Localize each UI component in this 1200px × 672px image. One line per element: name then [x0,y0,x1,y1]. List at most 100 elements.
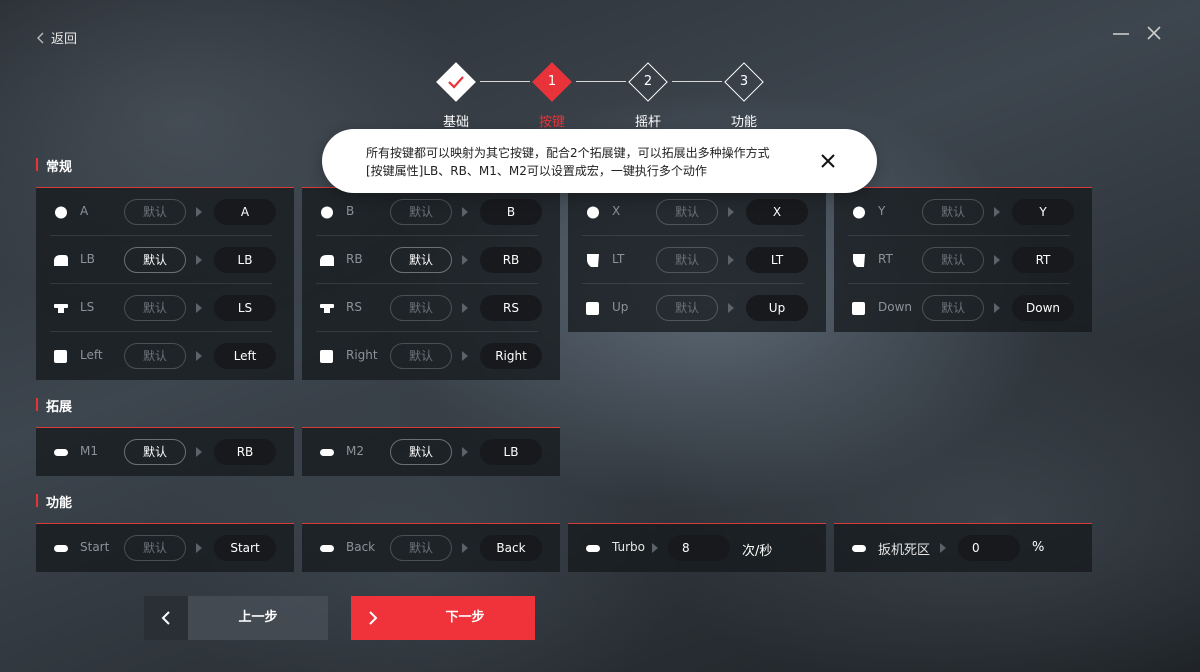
mapped-key-button[interactable]: LT [746,247,808,273]
circle-button-icon [587,206,599,219]
back-label: 返回 [51,32,78,47]
arrow-icon [196,255,202,265]
key-name: Up [612,300,629,314]
mapped-key-button[interactable]: X [746,199,808,225]
mapped-key-button[interactable]: A [214,199,276,225]
prev-step-label: 上一步 [238,610,278,625]
key-panel: A 默认 A LB 默认 LB LS 默认 LS Left 默认 Left [36,187,294,380]
key-name: LB [80,252,95,266]
deadzone-panel: 扳机死区 0 % [834,523,1092,572]
key-name: RS [346,300,362,314]
arrow-icon [994,207,1000,217]
key-name: X [612,204,621,218]
default-button[interactable]: 默认 [124,295,186,321]
default-button[interactable]: 默认 [124,199,186,225]
mapped-key-button[interactable]: RB [214,439,276,465]
default-button[interactable]: 默认 [124,247,186,273]
mapped-key-button[interactable]: Up [746,295,808,321]
arrow-icon [196,543,202,553]
mapped-key-button[interactable]: RS [480,295,542,321]
default-button[interactable]: 默认 [656,295,718,321]
key-row-left: Left 默认 Left [50,332,276,380]
key-name: A [80,204,89,218]
mapped-key-button[interactable]: RT [1012,247,1074,273]
mapped-key-button[interactable]: RB [480,247,542,273]
mapped-key-button[interactable]: LB [480,439,542,465]
deadzone-row: 扳机死区 0 % [848,524,1070,572]
deadzone-input[interactable]: 0 [958,535,1020,561]
key-row-lb: LB 默认 LB [50,236,276,284]
default-button[interactable]: 默认 [124,343,186,369]
key-row-rt: RT 默认 RT [848,236,1074,284]
default-button[interactable]: 默认 [124,535,186,561]
close-window-icon[interactable] [1145,24,1163,42]
pill-button-icon [320,449,334,456]
key-name: Start [80,540,110,554]
mapped-key-button[interactable]: Back [480,535,542,561]
arrow-icon [652,543,658,553]
key-row-right: Right 默认 Right [316,332,542,380]
default-button[interactable]: 默认 [656,199,718,225]
key-name: Right [346,348,378,362]
function-panel: Back 默认 Back [302,523,560,572]
mapped-key-button[interactable]: Down [1012,295,1074,321]
step-label: 摇杆 [634,115,661,130]
key-name: Down [878,300,913,314]
mapped-key-button[interactable]: Left [214,343,276,369]
stick-press-icon [320,304,334,313]
default-button[interactable]: 默认 [390,247,452,273]
default-button[interactable]: 默认 [390,295,452,321]
key-name: Left [80,348,103,362]
mapped-key-button[interactable]: LB [214,247,276,273]
key-name: B [346,204,355,218]
chevron-left-icon [37,32,44,43]
deadzone-label: 扳机死区 [878,543,931,558]
section-title-normal: 常规 [36,156,72,175]
step-number: 3 [739,74,749,89]
mapped-key-button[interactable]: Right [480,343,542,369]
arrow-icon [728,255,734,265]
mapped-key-button[interactable]: B [480,199,542,225]
turbo-rate-input[interactable]: 8 [668,535,730,561]
trigger-icon [587,254,599,267]
minimize-icon[interactable] [1112,24,1130,42]
deadzone-unit: % [1032,540,1045,555]
tip-line-2: [按键属性]LB、RB、M1、M2可以设置成宏，一键执行多个动作 [366,164,707,178]
default-button[interactable]: 默认 [390,535,452,561]
default-button[interactable]: 默认 [124,439,186,465]
key-name: LS [80,300,95,314]
dpad-icon [852,302,865,315]
default-button[interactable]: 默认 [390,199,452,225]
prev-step-button[interactable]: 上一步 [144,596,328,640]
key-row-rb: RB 默认 RB [316,236,542,284]
arrow-icon [462,255,468,265]
function-panel: Start 默认 Start [36,523,294,572]
arrow-icon [462,351,468,361]
mapped-key-button[interactable]: Start [214,535,276,561]
default-button[interactable]: 默认 [390,439,452,465]
arrow-icon [728,303,734,313]
circle-button-icon [853,206,865,219]
default-button[interactable]: 默认 [922,247,984,273]
arrow-icon [196,207,202,217]
default-button[interactable]: 默认 [390,343,452,369]
default-button[interactable]: 默认 [922,199,984,225]
default-button[interactable]: 默认 [656,247,718,273]
arrow-icon [994,303,1000,313]
mapped-key-button[interactable]: Y [1012,199,1074,225]
arrow-icon [196,351,202,361]
mapped-key-button[interactable]: LS [214,295,276,321]
turbo-panel: Turbo 8 次/秒 [568,523,826,572]
section-title-function: 功能 [36,492,72,511]
key-row-back: Back 默认 Back [316,524,542,572]
close-tip-icon[interactable] [820,153,836,169]
back-button[interactable]: 返回 [36,28,77,47]
dpad-icon [54,350,67,363]
key-row-m1: M1 默认 RB [50,428,276,476]
next-step-button[interactable]: 下一步 [351,596,535,640]
default-button[interactable]: 默认 [922,295,984,321]
key-row-x: X 默认 X [582,188,808,236]
key-name: M1 [80,444,98,458]
arrow-icon [462,303,468,313]
arrow-icon [196,303,202,313]
